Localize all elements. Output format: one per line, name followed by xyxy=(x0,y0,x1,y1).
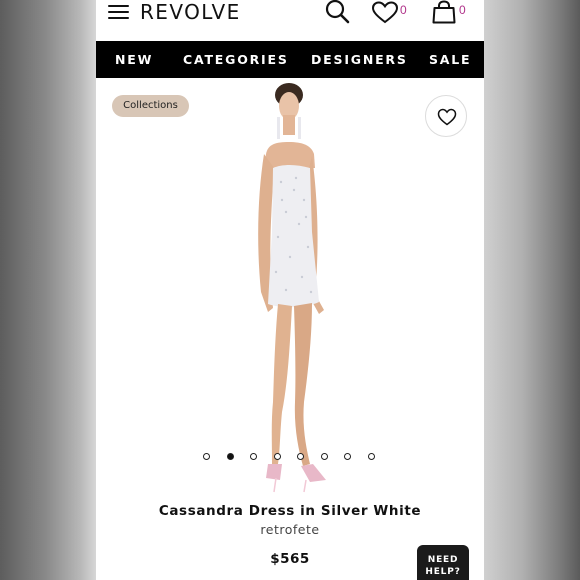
need-help-button[interactable]: NEED HELP? xyxy=(417,545,469,580)
wishlist-count: 0 xyxy=(400,3,407,17)
nav-sale[interactable]: SALE xyxy=(429,52,471,67)
carousel-dot[interactable] xyxy=(320,453,328,460)
carousel-dot[interactable] xyxy=(367,453,375,460)
nav-categories[interactable]: CATEGORIES xyxy=(183,52,289,67)
product-designer[interactable]: retrofete xyxy=(96,522,484,537)
carousel-dot[interactable] xyxy=(344,453,351,460)
carousel-dot-active[interactable] xyxy=(226,453,234,460)
search-icon[interactable] xyxy=(325,0,351,24)
shopping-bag-icon[interactable] xyxy=(431,0,457,24)
favorite-button[interactable] xyxy=(425,95,467,137)
heart-icon[interactable] xyxy=(371,1,399,24)
brand-logo[interactable]: REVOLVE xyxy=(140,0,241,24)
nav-new[interactable]: NEW xyxy=(115,52,153,67)
need-help-line1: NEED xyxy=(427,555,459,565)
heart-outline-icon xyxy=(437,108,457,126)
carousel-dot[interactable] xyxy=(203,453,210,460)
product-image[interactable] xyxy=(216,82,366,494)
top-bar: REVOLVE 0 0 xyxy=(96,0,484,41)
phone-screen: REVOLVE 0 0 NEW CATEGORIES DESIGNERS SAL… xyxy=(96,0,484,580)
main-nav: NEW CATEGORIES DESIGNERS SALE xyxy=(96,41,484,78)
need-help-line2: HELP? xyxy=(425,567,461,577)
product-title: Cassandra Dress in Silver White xyxy=(158,503,422,519)
bag-count: 0 xyxy=(459,3,466,17)
carousel-dot[interactable] xyxy=(250,453,257,460)
collections-chip[interactable]: Collections xyxy=(112,95,189,117)
menu-icon[interactable] xyxy=(108,5,130,21)
nav-designers[interactable]: DESIGNERS xyxy=(311,52,408,67)
carousel-dot[interactable] xyxy=(297,453,304,460)
background-right xyxy=(484,0,580,580)
carousel-dot[interactable] xyxy=(273,453,281,460)
